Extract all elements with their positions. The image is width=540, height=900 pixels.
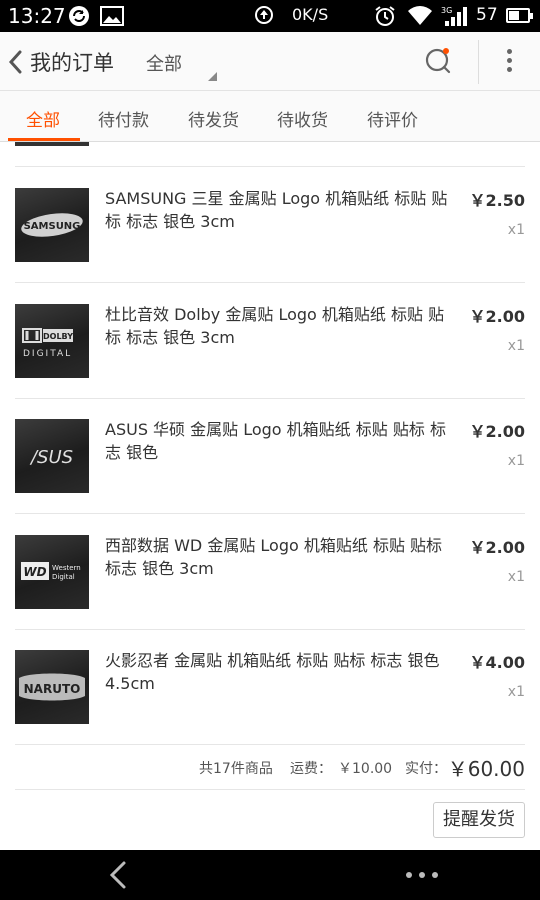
filter-dropdown[interactable]: 全部 (146, 50, 182, 76)
title-bar: 我的订单 全部 (0, 32, 540, 90)
product-price: ￥4.00 (469, 653, 525, 672)
more-options-button[interactable] (492, 42, 528, 78)
header-divider (478, 40, 479, 84)
product-thumbnail (15, 142, 89, 146)
logo-text: SAMSUNG (24, 221, 81, 232)
system-nav-bar (0, 850, 540, 900)
status-bar: 13:27 0K/S 3G 57 (0, 0, 540, 32)
tab-pending-receipt[interactable]: 待收货 (277, 106, 328, 131)
battery-fill (509, 11, 519, 20)
product-name[interactable]: 火影忍者 金属贴 机箱贴纸 标贴 贴标 标志 银色 4.5cm (105, 649, 450, 695)
more-dot (419, 872, 425, 878)
logo-text: DOLBY (43, 332, 73, 341)
logo-subtext: DIGITAL (23, 349, 72, 359)
tab-active-indicator (8, 138, 80, 141)
product-thumbnail[interactable]: WD Western Digital (15, 535, 89, 609)
product-name[interactable]: SAMSUNG 三星 金属贴 Logo 机箱贴纸 标贴 贴标 标志 银色 3cm (105, 187, 450, 233)
wifi-icon (407, 5, 433, 32)
dropdown-arrow-icon[interactable] (208, 72, 217, 81)
search-icon (425, 48, 451, 74)
product-thumbnail[interactable]: SAMSUNG (15, 188, 89, 262)
order-tabs: 全部 待付款 待发货 待收货 待评价 (0, 90, 540, 142)
product-quantity: x1 (507, 222, 525, 238)
divider (15, 789, 525, 790)
order-list[interactable]: SAMSUNG SAMSUNG 三星 金属贴 Logo 机箱贴纸 标贴 贴标 标… (0, 142, 540, 850)
paid-amount: ￥60.00 (447, 757, 525, 781)
logo-subtext: Western (52, 564, 81, 572)
order-summary: 共17件商品 运费： ￥10.00 实付： ￥60.00 (0, 746, 540, 788)
signal-icon: 3G (441, 5, 469, 32)
shipping-label: 运费： (290, 761, 332, 777)
product-thumbnail[interactable]: NARUTO (15, 650, 89, 724)
more-horizontal-icon (406, 872, 412, 878)
image-icon (100, 5, 124, 32)
product-name[interactable]: 杜比音效 Dolby 金属贴 Logo 机箱贴纸 标贴 贴标 标志 银色 3cm (105, 303, 450, 349)
product-price: ￥2.00 (469, 422, 525, 441)
product-price: ￥2.50 (469, 191, 525, 210)
status-time: 13:27 (8, 4, 66, 28)
battery-icon (506, 8, 533, 23)
logo-text: NARUTO (24, 682, 81, 696)
product-price: ￥2.00 (469, 538, 525, 557)
product-name[interactable]: ASUS 华硕 金属贴 Logo 机箱贴纸 标贴 贴标 标志 银色 (105, 418, 450, 464)
list-item[interactable]: NARUTO 火影忍者 金属贴 机箱贴纸 标贴 贴标 标志 银色 4.5cm ￥… (0, 629, 540, 744)
product-price: ￥2.00 (469, 307, 525, 326)
upload-icon (254, 5, 274, 30)
list-item[interactable]: DOLBY DIGITAL 杜比音效 Dolby 金属贴 Logo 机箱贴纸 标贴… (0, 283, 540, 398)
product-quantity: x1 (507, 338, 525, 354)
logo-text: /SUS (29, 447, 73, 468)
tab-pending-shipment[interactable]: 待发货 (188, 106, 239, 131)
more-dot (432, 872, 438, 878)
product-thumbnail[interactable]: DOLBY DIGITAL (15, 304, 89, 378)
alarm-icon (373, 5, 397, 32)
sync-icon (68, 5, 90, 32)
product-quantity: x1 (507, 453, 525, 469)
tab-pending-payment[interactable]: 待付款 (98, 106, 149, 131)
page-title: 我的订单 (30, 51, 114, 75)
tab-pending-review[interactable]: 待评价 (367, 106, 418, 131)
product-quantity: x1 (507, 569, 525, 585)
more-vertical-icon (507, 49, 512, 54)
logo-subtext: Digital (52, 573, 75, 581)
back-button[interactable] (0, 32, 28, 90)
list-item[interactable]: /SUS ASUS 华硕 金属贴 Logo 机箱贴纸 标贴 贴标 标志 银色 ￥… (0, 398, 540, 513)
more-dot (507, 67, 512, 72)
shipping-fee: ￥10.00 (338, 761, 393, 777)
logo-text: WD (23, 565, 46, 579)
product-name[interactable]: 西部数据 WD 金属贴 Logo 机箱贴纸 标贴 贴标 标志 银色 3cm (105, 534, 450, 580)
chevron-left-icon (109, 861, 126, 889)
list-item[interactable]: WD Western Digital 西部数据 WD 金属贴 Logo 机箱贴纸 标… (0, 514, 540, 629)
network-speed: 0K/S (292, 5, 329, 24)
product-quantity: x1 (507, 684, 525, 700)
battery-level: 57 (476, 5, 498, 25)
remind-shipment-button[interactable]: 提醒发货 (433, 802, 525, 838)
divider (15, 744, 525, 745)
tab-all[interactable]: 全部 (26, 106, 60, 131)
product-thumbnail[interactable]: /SUS (15, 419, 89, 493)
more-dot (507, 58, 512, 63)
nav-back-button[interactable] (100, 858, 136, 892)
network-type: 3G (441, 6, 452, 15)
item-count: 共17件商品 (199, 761, 273, 777)
paid-label: 实付： (405, 761, 447, 777)
nav-menu-button[interactable] (400, 862, 444, 888)
search-button[interactable] (420, 42, 456, 78)
chevron-left-icon (8, 50, 22, 74)
list-item[interactable]: SAMSUNG SAMSUNG 三星 金属贴 Logo 机箱贴纸 标贴 贴标 标… (0, 167, 540, 282)
